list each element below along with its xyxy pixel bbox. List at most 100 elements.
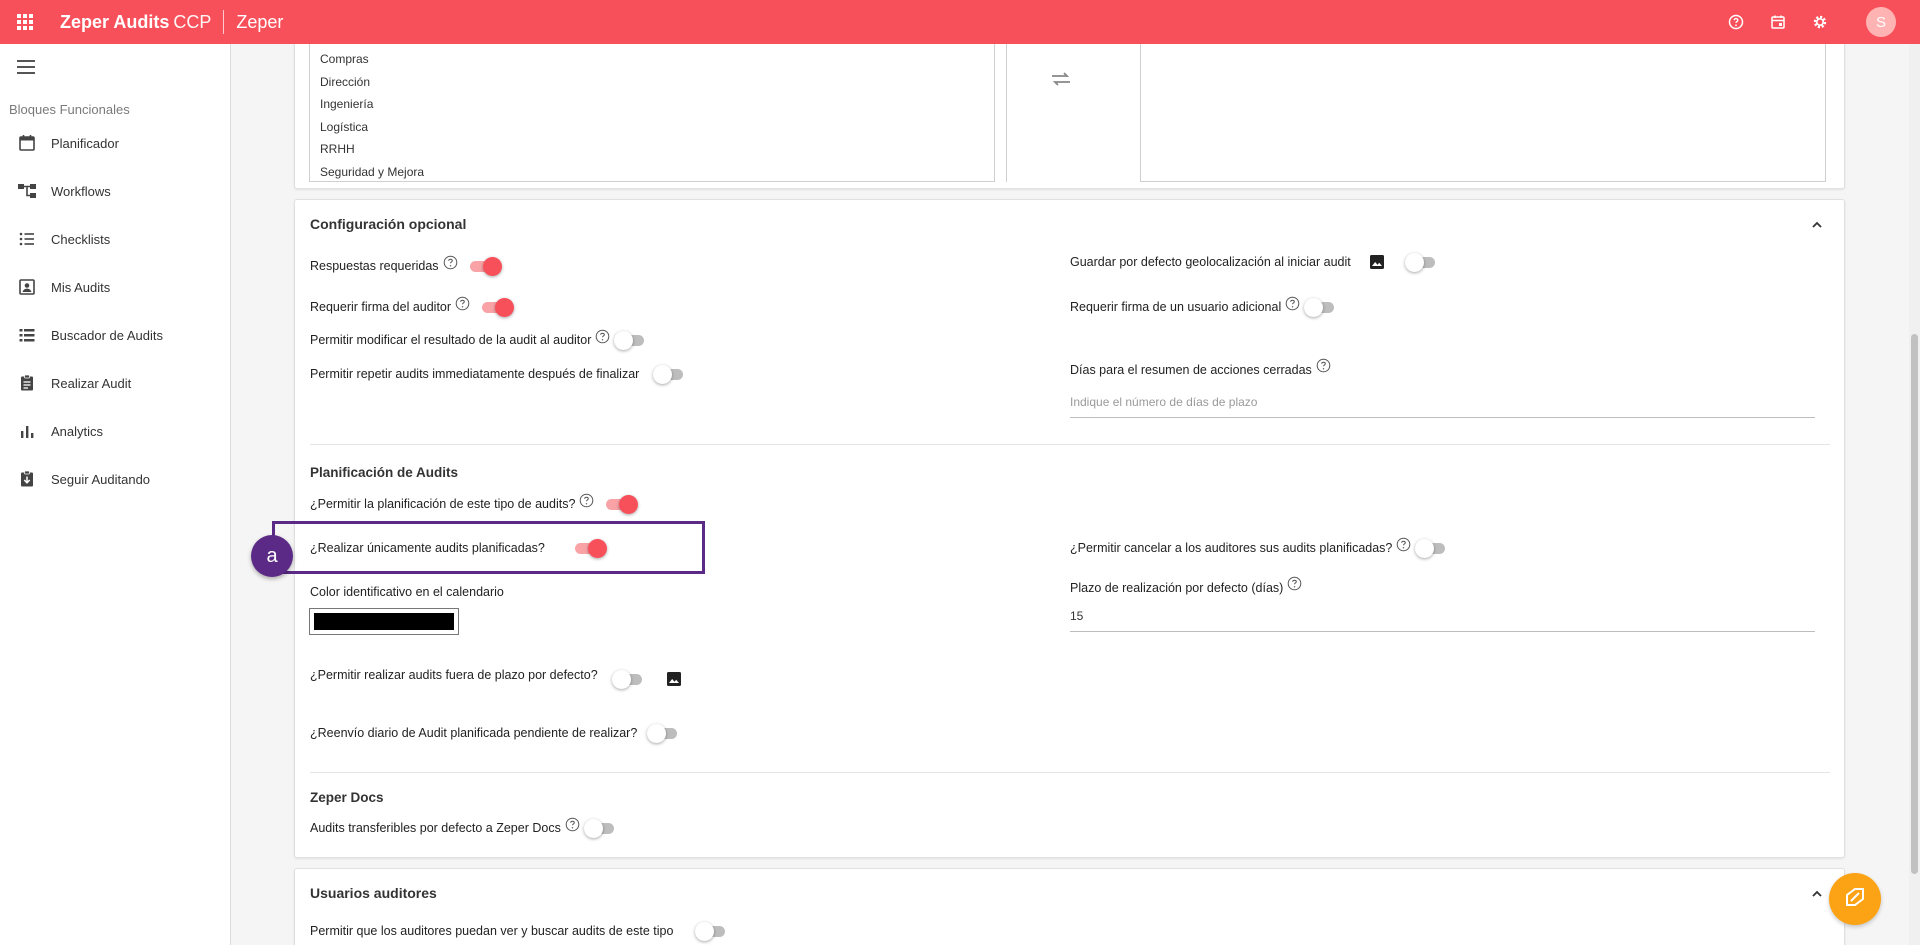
field-label: Guardar por defecto geolocalización al i… bbox=[1070, 255, 1351, 269]
page-scrollbar[interactable] bbox=[1909, 44, 1920, 945]
settings-icon[interactable] bbox=[1812, 14, 1828, 30]
sidebar-item-buscador[interactable]: Buscador de Audits bbox=[0, 315, 230, 355]
clipboard-icon bbox=[15, 374, 39, 392]
help-icon[interactable] bbox=[579, 493, 594, 508]
list-item[interactable]: Dirección bbox=[310, 71, 994, 94]
dias-resumen-input[interactable]: Indique el número de días de plazo bbox=[1070, 395, 1815, 418]
swap-icon[interactable] bbox=[1050, 71, 1072, 87]
field-label: ¿Reenvío diario de Audit planificada pen… bbox=[310, 726, 638, 740]
fuera-plazo-toggle[interactable] bbox=[611, 669, 646, 689]
permitir-planificacion-toggle[interactable] bbox=[604, 494, 639, 514]
sidebar-item-mis-audits[interactable]: Mis Audits bbox=[0, 267, 230, 307]
image-icon[interactable] bbox=[1369, 254, 1385, 270]
color-calendario-label: Color identificativo en el calendario bbox=[310, 585, 504, 599]
departments-card: Compras Dirección Ingeniería Logística R… bbox=[294, 44, 1845, 189]
list-separator bbox=[995, 44, 1007, 182]
help-icon[interactable] bbox=[1285, 296, 1300, 311]
annotation-highlight-box bbox=[272, 521, 705, 574]
menu-icon[interactable] bbox=[17, 60, 35, 74]
firma-auditor-toggle[interactable] bbox=[480, 297, 515, 317]
sidebar-item-checklists[interactable]: Checklists bbox=[0, 219, 230, 259]
app-suffix: CCP bbox=[173, 11, 212, 32]
chevron-up-icon[interactable] bbox=[1811, 218, 1823, 230]
repetir-audits-toggle[interactable] bbox=[653, 364, 687, 384]
calendar-icon bbox=[15, 134, 39, 152]
plazo-label: Plazo de realización por defecto (días) bbox=[1070, 576, 1302, 595]
field-label: ¿Permitir la planificación de este tipo … bbox=[310, 497, 576, 511]
sidebar-item-label: Realizar Audit bbox=[51, 375, 132, 391]
sidebar-item-analytics[interactable]: Analytics bbox=[0, 411, 230, 451]
sidebar-section-title: Bloques Funcionales bbox=[9, 102, 130, 117]
color-swatch-fill bbox=[314, 613, 454, 630]
sidebar-item-label: Buscador de Audits bbox=[51, 327, 164, 343]
checklist-icon bbox=[15, 230, 39, 248]
color-picker[interactable] bbox=[309, 608, 459, 635]
audits-transferibles-toggle[interactable] bbox=[583, 818, 618, 838]
organization-name: Zeper bbox=[236, 11, 284, 32]
app-name: Zeper Audits bbox=[60, 11, 170, 32]
reenvio-diario-toggle[interactable] bbox=[647, 723, 681, 743]
field-label: Permitir modificar el resultado de la au… bbox=[310, 333, 592, 347]
modificar-resultado-toggle[interactable] bbox=[614, 330, 648, 350]
help-icon[interactable] bbox=[595, 329, 610, 344]
card-title: Configuración opcional bbox=[310, 216, 467, 232]
repetir-audits-row: Permitir repetir audits immediatamente d… bbox=[310, 364, 687, 384]
field-label: Requerir firma del auditor bbox=[310, 300, 452, 314]
geolocalizacion-row: Guardar por defecto geolocalización al i… bbox=[1070, 252, 1439, 272]
contact-icon bbox=[15, 278, 39, 296]
firma-auditor-row: Requerir firma del auditor bbox=[310, 296, 515, 317]
field-label: Plazo de realización por defecto (días) bbox=[1070, 580, 1284, 595]
help-icon[interactable] bbox=[1316, 358, 1331, 373]
reenvio-diario-row: ¿Reenvío diario de Audit planificada pen… bbox=[310, 723, 681, 743]
top-app-bar: Zeper Audits CCP Zeper S bbox=[0, 0, 1920, 44]
list-item[interactable]: Compras bbox=[310, 48, 994, 71]
list-item[interactable]: RRHH bbox=[310, 138, 994, 161]
workflow-icon bbox=[15, 182, 39, 200]
help-icon[interactable] bbox=[1287, 576, 1302, 591]
sidebar-item-label: Mis Audits bbox=[51, 279, 111, 295]
permitir-cancelar-toggle[interactable] bbox=[1415, 538, 1449, 558]
section-title-zeper-docs: Zeper Docs bbox=[310, 790, 384, 805]
fuera-plazo-row: ¿Permitir realizar audits fuera de plazo… bbox=[310, 665, 682, 689]
section-divider bbox=[310, 772, 1830, 773]
chevron-up-icon[interactable] bbox=[1811, 887, 1823, 899]
ver-buscar-audits-toggle[interactable] bbox=[695, 921, 729, 941]
usuarios-auditores-card: Usuarios auditores Permitir que los audi… bbox=[294, 868, 1845, 945]
help-icon[interactable] bbox=[565, 817, 580, 832]
sidebar-item-workflows[interactable]: Workflows bbox=[0, 171, 230, 211]
field-label: Permitir que los auditores puedan ver y … bbox=[310, 924, 674, 938]
help-icon[interactable] bbox=[1396, 537, 1411, 552]
sidebar: Bloques Funcionales Planificador Workflo… bbox=[0, 44, 231, 945]
plazo-input[interactable]: 15 bbox=[1070, 609, 1815, 632]
image-icon[interactable] bbox=[666, 671, 682, 687]
departments-selected-list[interactable] bbox=[1140, 44, 1826, 182]
card-title: Usuarios auditores bbox=[310, 885, 437, 901]
sidebar-item-seguir-auditando[interactable]: Seguir Auditando bbox=[0, 459, 230, 499]
departments-available-list[interactable]: Compras Dirección Ingeniería Logística R… bbox=[309, 44, 995, 182]
sidebar-item-realizar-audit[interactable]: Realizar Audit bbox=[0, 363, 230, 403]
main-content: Compras Dirección Ingeniería Logística R… bbox=[232, 44, 1904, 945]
list-item[interactable]: Seguridad y Mejora bbox=[310, 161, 994, 182]
list-item[interactable]: Ingeniería bbox=[310, 93, 994, 116]
scrollbar-thumb[interactable] bbox=[1911, 334, 1918, 874]
modificar-resultado-row: Permitir modificar el resultado de la au… bbox=[310, 329, 648, 350]
bar-chart-icon bbox=[15, 422, 39, 440]
help-icon[interactable] bbox=[443, 255, 458, 270]
help-icon[interactable] bbox=[1728, 14, 1744, 30]
avatar[interactable]: S bbox=[1866, 7, 1896, 37]
sidebar-item-planificador[interactable]: Planificador bbox=[0, 123, 230, 163]
zendesk-help-button[interactable] bbox=[1829, 873, 1881, 925]
field-label: Permitir repetir audits immediatamente d… bbox=[310, 367, 640, 381]
apps-icon[interactable] bbox=[0, 0, 50, 44]
list-item[interactable]: Logística bbox=[310, 116, 994, 139]
sidebar-item-label: Planificador bbox=[51, 135, 119, 151]
help-icon[interactable] bbox=[455, 296, 470, 311]
list-icon bbox=[15, 326, 39, 344]
firma-adicional-toggle[interactable] bbox=[1304, 297, 1338, 317]
calendar-icon[interactable] bbox=[1770, 14, 1786, 30]
respuestas-requeridas-toggle[interactable] bbox=[468, 256, 502, 276]
field-label: Audits transferibles por defecto a Zeper… bbox=[310, 821, 561, 835]
section-divider bbox=[310, 444, 1830, 445]
geolocalizacion-toggle[interactable] bbox=[1404, 252, 1439, 272]
field-label: ¿Permitir realizar audits fuera de plazo… bbox=[310, 668, 598, 682]
